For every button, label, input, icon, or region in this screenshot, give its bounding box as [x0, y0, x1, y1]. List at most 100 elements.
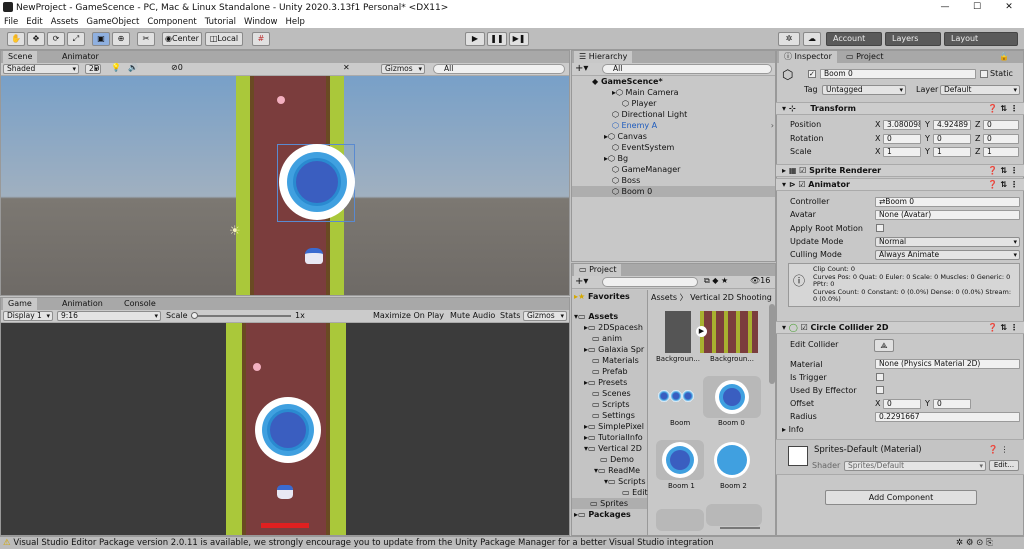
hierarchy-item-boss[interactable]: ⬡ Boss: [612, 175, 640, 186]
position-y-field[interactable]: 4.92489: [933, 120, 971, 130]
menu-edit[interactable]: Edit: [22, 17, 46, 27]
pivot-center-button[interactable]: ◉Center: [162, 32, 202, 46]
is-trigger-checkbox[interactable]: [876, 373, 884, 381]
scene-search-input[interactable]: All: [433, 64, 565, 74]
menu-gameobject[interactable]: GameObject: [82, 17, 143, 27]
rect-tool-icon[interactable]: ▣: [92, 32, 110, 46]
layers-dropdown[interactable]: Layers: [885, 32, 941, 46]
physics-material-field[interactable]: None (Physics Material 2D): [875, 359, 1020, 369]
packages-item[interactable]: ▸▭ Packages: [574, 509, 631, 520]
favorites-item[interactable]: ▸★ Favorites: [574, 291, 630, 302]
object-name-input[interactable]: Boom 0: [820, 69, 976, 79]
sprite-renderer-checkbox[interactable]: ☑: [799, 166, 809, 175]
hierarchy-item-canvas[interactable]: ▸⬡ Canvas: [604, 131, 647, 142]
settings-icon[interactable]: ❓ ⇅ ⋮: [988, 179, 1018, 191]
tab-hierarchy[interactable]: ☰ Hierarchy: [574, 51, 633, 63]
menu-window[interactable]: Window: [240, 17, 282, 27]
step-button[interactable]: ▶❚: [509, 32, 529, 46]
folder-item[interactable]: ▭ Demo: [600, 454, 634, 465]
tab-scene[interactable]: Scene: [3, 51, 38, 63]
pivot-local-button[interactable]: ◫Local: [205, 32, 243, 46]
material-settings-icon[interactable]: ❓ ⋮: [988, 445, 1009, 454]
mute-audio-toggle[interactable]: Mute Audio: [450, 311, 495, 320]
create-asset-icon[interactable]: +▾: [575, 276, 588, 287]
menu-assets[interactable]: Assets: [47, 17, 83, 27]
create-icon[interactable]: +▾: [575, 63, 588, 74]
hierarchy-search-input[interactable]: All: [602, 64, 772, 74]
offset-x-field[interactable]: 0: [883, 399, 921, 409]
asset-thumb-boom-0[interactable]: [703, 376, 761, 418]
scale-x-field[interactable]: 1: [883, 147, 921, 157]
folder-item[interactable]: ▾▭ Scripts: [604, 476, 646, 487]
settings-icon[interactable]: ❓ ⇅ ⋮: [988, 165, 1018, 177]
settings-icon[interactable]: ❓ ⇅ ⋮: [988, 103, 1018, 115]
filter-icon[interactable]: ⧉ ◆ ★: [704, 276, 728, 286]
game-viewport[interactable]: [1, 323, 569, 535]
project-search-input[interactable]: [602, 277, 698, 287]
asset-thumb-background-0[interactable]: [665, 311, 691, 353]
tab-inspector[interactable]: ⓘ Inspector: [779, 51, 837, 63]
hidden-packages-count[interactable]: 👁16: [750, 276, 770, 285]
folder-item[interactable]: ▭ Prefab: [592, 366, 628, 377]
folder-item[interactable]: ▸▭ 2DSpacesh: [584, 322, 643, 333]
close-button[interactable]: ✕: [994, 0, 1024, 15]
rotation-x-field[interactable]: 0: [883, 134, 921, 144]
hierarchy-item-boom-0[interactable]: ⬡ Boom 0: [572, 186, 775, 197]
hidden-count-icon[interactable]: ⊘0: [171, 63, 183, 72]
tab-project-2[interactable]: ▭ Project: [841, 51, 888, 63]
scale-slider[interactable]: [191, 315, 291, 317]
aspect-dropdown[interactable]: 9:16: [57, 311, 161, 321]
static-checkbox[interactable]: [980, 70, 988, 78]
tab-animation[interactable]: Animation: [57, 298, 108, 310]
folder-item[interactable]: ▸▭ Presets: [584, 377, 627, 388]
edit-collider-button[interactable]: ⟁: [874, 339, 894, 352]
hierarchy-item-gamemanager[interactable]: ⬡ GameManager: [612, 164, 680, 175]
game-gizmos-dropdown[interactable]: Gizmos: [523, 311, 567, 321]
culling-mode-dropdown[interactable]: Always Animate: [875, 250, 1020, 260]
rotation-y-field[interactable]: 0: [933, 134, 971, 144]
gizmos-dropdown[interactable]: Gizmos: [381, 64, 425, 74]
menu-component[interactable]: Component: [143, 17, 200, 27]
hierarchy-item-enemy-a[interactable]: ⬡ Enemy A ›: [612, 120, 776, 131]
menu-file[interactable]: File: [0, 17, 22, 27]
folder-item[interactable]: ▭ Edit: [622, 487, 648, 498]
scale-slider-thumb[interactable]: [191, 312, 198, 319]
project-scrollbar[interactable]: [769, 304, 775, 384]
add-component-button[interactable]: Add Component: [825, 490, 977, 505]
material-preview[interactable]: [788, 446, 808, 466]
status-message[interactable]: Visual Studio Editor Package version 2.0…: [13, 538, 713, 548]
cloud-icon[interactable]: ☁: [803, 32, 821, 46]
folder-item[interactable]: ▭ Settings: [592, 410, 635, 421]
apply-root-motion-checkbox[interactable]: [876, 224, 884, 232]
used-by-effector-checkbox[interactable]: [876, 386, 884, 394]
lock-icon[interactable]: 🔒: [999, 52, 1009, 61]
custom-tool-icon[interactable]: ✂: [137, 32, 155, 46]
update-mode-dropdown[interactable]: Normal: [875, 237, 1020, 247]
move-tool-icon[interactable]: ✥: [27, 32, 45, 46]
thumbnail-size-slider[interactable]: [720, 527, 760, 529]
folder-item[interactable]: ▾▭ Vertical 2D: [584, 443, 642, 454]
stats-toggle[interactable]: Stats: [500, 311, 520, 320]
transform-header[interactable]: ▾ ⊹ Transform ❓ ⇅ ⋮: [776, 102, 1024, 115]
scale-z-field[interactable]: 1: [983, 147, 1019, 157]
collider-checkbox[interactable]: ☑: [801, 323, 811, 332]
scale-tool-icon[interactable]: ⤢: [67, 32, 85, 46]
shading-mode-dropdown[interactable]: Shaded: [3, 64, 79, 74]
minimize-button[interactable]: —: [930, 0, 960, 15]
folder-item[interactable]: ▸▭ Galaxia Spr: [584, 344, 644, 355]
controller-field[interactable]: ⇄Boom 0: [875, 197, 1020, 207]
layer-dropdown[interactable]: Default: [940, 85, 1020, 95]
active-checkbox[interactable]: ✓: [808, 70, 816, 78]
menu-help[interactable]: Help: [282, 17, 309, 27]
asset-thumb-background-1[interactable]: [700, 311, 758, 353]
info-foldout[interactable]: ▸ Info: [782, 425, 804, 434]
tag-dropdown[interactable]: Untagged: [822, 85, 906, 95]
folder-item[interactable]: ▭ anim: [592, 333, 622, 344]
pause-button[interactable]: ❚❚: [487, 32, 507, 46]
tools-icon[interactable]: ✕: [343, 63, 350, 72]
tab-console[interactable]: Console: [119, 298, 161, 310]
folder-item[interactable]: ▾▭ ReadMe: [594, 465, 640, 476]
hierarchy-item-eventsystem[interactable]: ⬡ EventSystem: [612, 142, 674, 153]
transform-tool-icon[interactable]: ⊕: [112, 32, 130, 46]
collab-icon[interactable]: ✲: [778, 32, 800, 46]
